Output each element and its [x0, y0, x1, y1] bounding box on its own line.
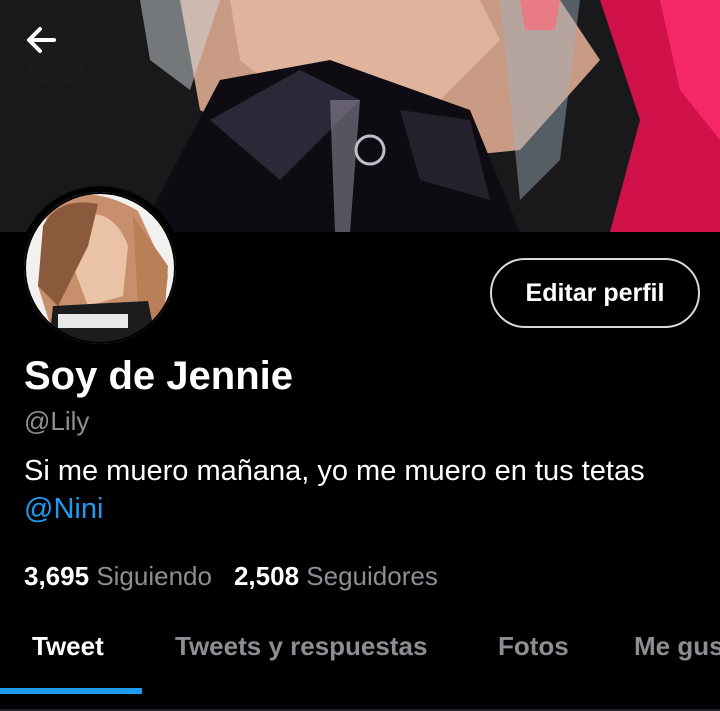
tab-likes[interactable]: Me gus [634, 628, 720, 664]
tab-tweets-and-replies[interactable]: Tweets y respuestas [175, 628, 427, 664]
bio: Si me muero mañana, yo me muero en tus t… [24, 452, 704, 528]
user-handle: @Lily [24, 406, 90, 436]
bio-text: Si me muero mañana, yo me muero en tus t… [24, 455, 645, 487]
following-label: Siguiendo [96, 561, 212, 591]
back-button[interactable] [24, 23, 88, 87]
followers-label: Seguidores [306, 561, 438, 591]
avatar-photo [24, 192, 176, 344]
followers-count: 2,508 [233, 561, 300, 591]
following-count: 3,695 [24, 561, 90, 591]
tab-tweet[interactable]: Tweet [32, 628, 104, 664]
edit-profile-button[interactable]: Editar perfil [490, 258, 700, 328]
profile-stats: 3,695 Siguiendo 2,508 Seguidores [24, 558, 438, 594]
followers-stat[interactable]: 2,508 Seguidores [234, 561, 438, 591]
tab-photos[interactable]: Fotos [498, 628, 569, 664]
avatar[interactable] [18, 186, 182, 350]
active-tab-indicator [0, 688, 142, 694]
display-name: Soy de Jennie [24, 354, 293, 398]
bio-mention-link[interactable]: @Nini [24, 493, 103, 525]
following-stat[interactable]: 3,695 Siguiendo [24, 561, 212, 591]
